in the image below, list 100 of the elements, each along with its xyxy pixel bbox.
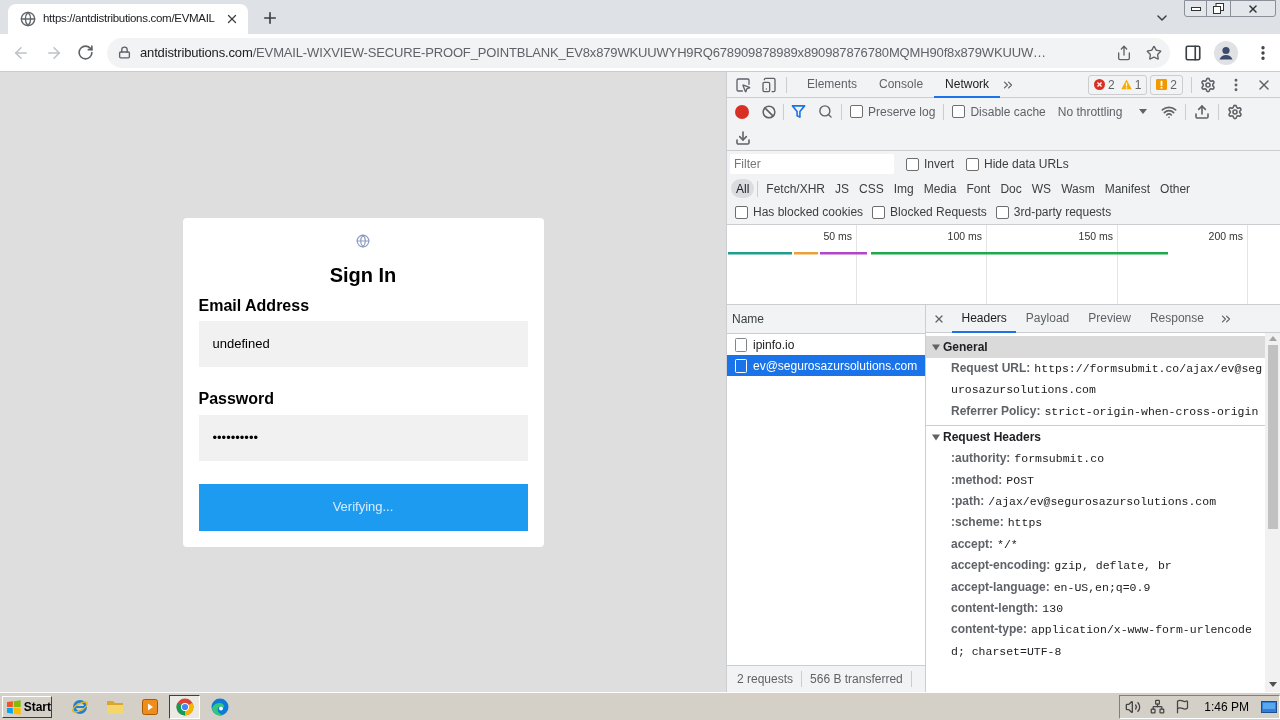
warning-icon: [1120, 79, 1132, 90]
column-header[interactable]: Name: [727, 305, 925, 334]
header-field: :method: POST: [951, 469, 1263, 492]
desktop-icon[interactable]: [1261, 700, 1277, 713]
details-tab[interactable]: Headers: [952, 304, 1017, 333]
header-field: accept: */*: [951, 533, 1263, 556]
checkbox-label: Blocked Requests: [890, 204, 987, 221]
close-icon[interactable]: [225, 12, 239, 26]
upload-icon[interactable]: [1194, 103, 1211, 120]
checkbox[interactable]: [952, 105, 966, 118]
lock-icon: [118, 46, 131, 59]
type-filter[interactable]: Media: [918, 179, 962, 198]
download-icon[interactable]: [735, 129, 751, 146]
restore-icon: [1213, 3, 1224, 14]
tick-label: 100 ms: [947, 229, 982, 244]
scrollbar-track[interactable]: [1265, 333, 1280, 692]
address-bar[interactable]: antdistributions.com/EVMAIL-WIXVIEW-SECURE-PROOF_POINTBLANK_EV8x879WKUUWYH9RQ678909878989x890987876780MQMH90f8x879WKUUW…: [107, 37, 1170, 68]
ban-icon[interactable]: [762, 104, 776, 119]
issue-icon: [1156, 79, 1168, 90]
header-field: :authority: formsubmit.co: [951, 448, 1263, 470]
checkbox-label: Hide data URLs: [984, 156, 1069, 173]
network-icon[interactable]: [1150, 699, 1166, 714]
type-filter[interactable]: Fetch/XHR: [761, 179, 831, 198]
header-field: content-type: application/x-www-form-urlencoded; charset=UTF-8: [951, 619, 1263, 663]
details-tab[interactable]: Response: [1140, 304, 1214, 333]
close-icon: [1247, 2, 1259, 15]
filter-icon[interactable]: [791, 104, 806, 119]
devices-icon[interactable]: [761, 76, 777, 93]
tick-label: 200 ms: [1208, 229, 1243, 244]
side-panel-icon[interactable]: [1184, 43, 1202, 62]
timeline-bar: [794, 252, 818, 255]
request-row[interactable]: ev@segurosazursolutions.com: [727, 355, 925, 376]
details-tab[interactable]: Preview: [1078, 304, 1141, 333]
plus-icon[interactable]: [261, 9, 279, 27]
type-filter[interactable]: Manifest: [1099, 179, 1156, 198]
section-header[interactable]: Request Headers: [926, 426, 1265, 449]
scrollbar-thumb[interactable]: [1267, 345, 1278, 529]
error-icon: [1093, 79, 1105, 90]
header-field: :scheme: https: [951, 512, 1263, 534]
file-icon: [735, 358, 747, 373]
settings-icon[interactable]: [1227, 103, 1244, 120]
type-filter[interactable]: All: [731, 179, 755, 198]
minimize-icon: [1190, 6, 1201, 11]
type-filter[interactable]: Other: [1155, 179, 1196, 198]
tick-label: 150 ms: [1078, 229, 1113, 244]
input-field[interactable]: ••••••••••: [198, 414, 528, 461]
round-browser-icon: [175, 697, 194, 716]
windows-logo-icon: [6, 698, 22, 715]
throttling-select[interactable]: No throttling: [1057, 102, 1148, 121]
devtools-tab[interactable]: Elements: [796, 71, 869, 98]
settings-icon[interactable]: [1200, 76, 1216, 93]
form-title: Sign In: [328, 262, 398, 288]
checkbox-label: Has blocked cookies: [753, 204, 864, 221]
type-filter[interactable]: JS: [830, 179, 855, 198]
error-warning-counter[interactable]: 2 1: [1087, 74, 1148, 95]
request-row[interactable]: ipinfo.io: [727, 334, 925, 355]
details-tab[interactable]: Payload: [1016, 304, 1079, 333]
clock-time[interactable]: 1:46 PM: [1204, 697, 1249, 716]
filter-input[interactable]: Filter: [730, 154, 894, 174]
header-field: content-length: 130: [951, 598, 1263, 620]
scroll-down-icon[interactable]: [1268, 682, 1277, 687]
type-filter[interactable]: Wasm: [1056, 179, 1100, 198]
user-icon[interactable]: [1214, 40, 1238, 65]
input-field[interactable]: undefined: [198, 320, 528, 367]
start-button[interactable]: Start: [2, 695, 52, 718]
type-filter[interactable]: Img: [888, 179, 919, 198]
section-header[interactable]: General: [926, 336, 1265, 358]
devtools-tab[interactable]: Console: [868, 71, 935, 98]
caret-down-icon: [1139, 109, 1148, 114]
checkbox[interactable]: [966, 157, 979, 171]
speaker-icon[interactable]: [1125, 698, 1142, 715]
devtools-tab[interactable]: Network: [934, 71, 1001, 98]
type-filter[interactable]: Font: [961, 179, 996, 198]
field-label: Password: [198, 388, 276, 409]
header-field: accept-encoding: gzip, deflate, br: [951, 555, 1263, 577]
checkbox[interactable]: [872, 205, 886, 219]
star-icon[interactable]: [1146, 44, 1162, 61]
checkbox-label: Invert: [924, 156, 954, 173]
checkbox[interactable]: [995, 205, 1009, 219]
field-label: Email Address: [198, 295, 311, 316]
type-filter[interactable]: CSS: [854, 179, 889, 198]
type-filter[interactable]: WS: [1026, 179, 1057, 198]
checkbox[interactable]: [906, 157, 919, 171]
share-icon[interactable]: [1116, 44, 1132, 61]
reload-icon[interactable]: [77, 44, 94, 61]
checkbox-label: 3rd-party requests: [1013, 204, 1112, 221]
header-field: Referrer Policy: strict-origin-when-cross-origin: [951, 400, 1263, 423]
taskbar-button[interactable]: [169, 694, 200, 719]
timeline-bar: [728, 252, 792, 255]
inspect-icon[interactable]: [735, 76, 751, 93]
type-filter[interactable]: Doc: [995, 179, 1027, 198]
record-icon[interactable]: [735, 104, 749, 119]
checkbox[interactable]: [850, 105, 863, 118]
search-icon[interactable]: [818, 104, 833, 119]
issues-counter[interactable]: 2: [1150, 74, 1183, 95]
checkbox[interactable]: [735, 205, 748, 219]
browser-tab[interactable]: https://antdistributions.com/EVMAIL: [8, 4, 248, 34]
flag-icon[interactable]: [1175, 699, 1191, 714]
status-text: 2 requests: [737, 671, 794, 688]
tick-label: 50 ms: [823, 229, 852, 244]
